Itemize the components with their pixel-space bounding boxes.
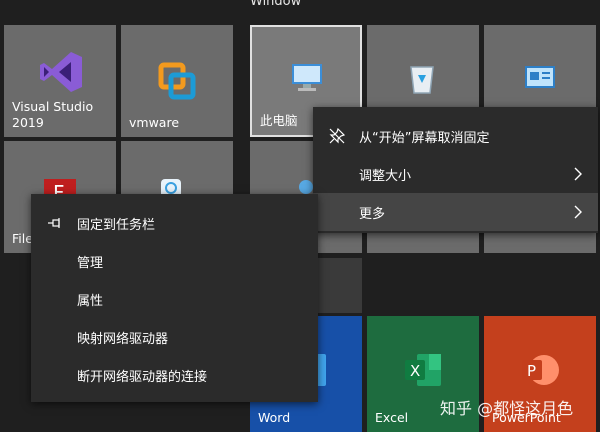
menu-item-manage[interactable]: 管理 — [31, 242, 318, 280]
menu-item-resize[interactable]: 调整大小 — [313, 155, 598, 193]
unpin-icon — [329, 128, 345, 144]
group-title: Window — [250, 0, 302, 9]
menu-item-label: 调整大小 — [359, 168, 412, 184]
tile-label: Visual Studio 2019 — [12, 99, 94, 130]
tile-label: vmware — [129, 115, 180, 130]
menu-item-label: 属性 — [77, 293, 104, 309]
context-menu-primary: 从“开始”屏幕取消固定 调整大小 更多 — [313, 107, 598, 233]
visual-studio-icon — [40, 52, 82, 92]
control-panel-icon — [525, 66, 555, 88]
menu-item-label: 固定到任务栏 — [77, 217, 156, 233]
menu-item-pin-taskbar[interactable]: 固定到任务栏 — [31, 204, 318, 242]
menu-item-map-network-drive[interactable]: 映射网络驱动器 — [31, 318, 318, 356]
menu-item-more[interactable]: 更多 — [313, 193, 598, 231]
pin-icon — [48, 218, 60, 228]
excel-icon: X — [405, 354, 441, 386]
menu-item-label: 管理 — [77, 255, 104, 271]
watermark: 知乎 @都怪这月色 — [440, 399, 574, 418]
svg-text:X: X — [410, 362, 420, 380]
menu-item-label: 更多 — [359, 206, 386, 222]
svg-text:P: P — [527, 362, 536, 380]
tile-label: File — [12, 231, 33, 246]
tile-vmware[interactable]: vmware — [121, 25, 233, 137]
tile-visual-studio[interactable]: Visual Studio 2019 — [4, 25, 116, 137]
menu-item-label: 从“开始”屏幕取消固定 — [359, 130, 490, 146]
menu-item-properties[interactable]: 属性 — [31, 280, 318, 318]
chevron-right-icon — [574, 205, 582, 219]
computer-icon — [292, 64, 322, 91]
menu-item-label: 映射网络驱动器 — [77, 331, 169, 347]
chevron-right-icon — [574, 167, 582, 181]
powerpoint-icon: P — [522, 355, 559, 385]
menu-item-unpin[interactable]: 从“开始”屏幕取消固定 — [313, 117, 598, 155]
tile-label: 此电脑 — [260, 113, 298, 128]
vmware-icon — [158, 62, 196, 100]
menu-item-disconnect-network-drive[interactable]: 断开网络驱动器的连接 — [31, 356, 318, 394]
recycle-bin-icon — [410, 66, 434, 94]
menu-item-label: 断开网络驱动器的连接 — [77, 369, 208, 385]
tile-label: Excel — [375, 410, 409, 425]
tile-label: Word — [258, 410, 291, 425]
context-menu-more: 固定到任务栏 管理 属性 映射网络驱动器 断开网络驱动器的连接 — [31, 194, 318, 402]
